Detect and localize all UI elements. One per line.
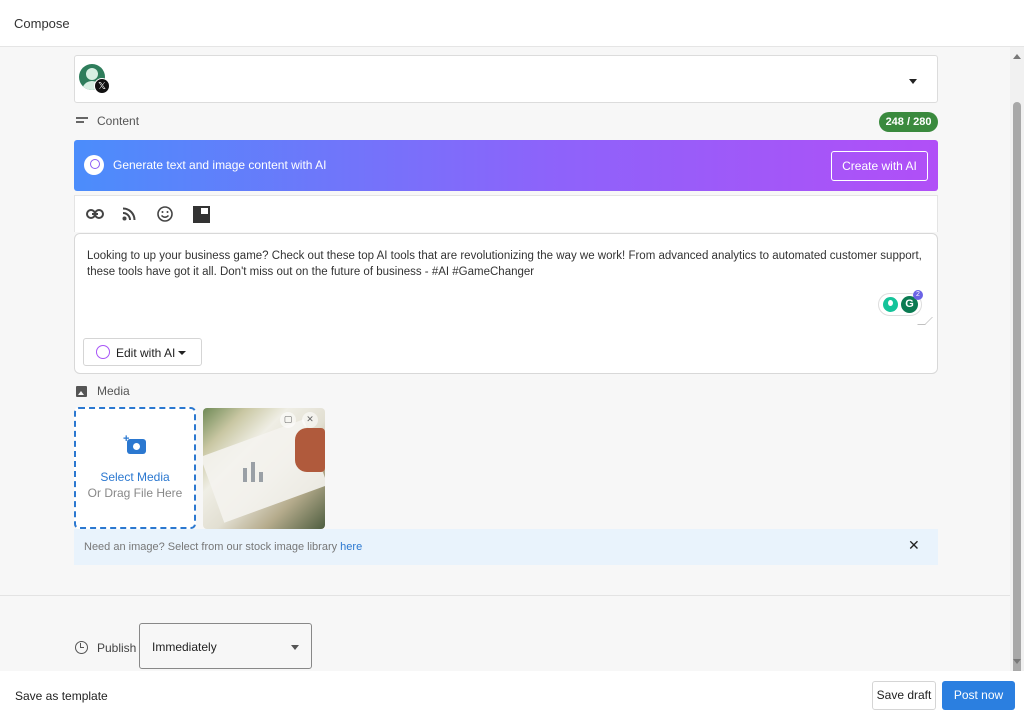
stock-image-notice: Need an image? Select from our stock ima… (74, 529, 938, 565)
close-icon[interactable]: ✕ (908, 538, 920, 554)
chevron-down-icon (291, 645, 299, 650)
stock-image-text: Need an image? Select from our stock ima… (84, 541, 341, 553)
page-title: Compose (14, 16, 70, 31)
edit-with-ai-label: Edit with AI (116, 346, 176, 360)
layout-icon[interactable] (191, 205, 211, 223)
compose-header: Compose (0, 0, 1024, 47)
attached-image-thumbnail[interactable]: ▢ ✕ (203, 408, 325, 529)
vertical-scrollbar[interactable] (1010, 47, 1024, 682)
grammarly-count-badge: 2 (913, 290, 923, 300)
thumbnail-chart-bar (259, 472, 263, 482)
chevron-down-icon[interactable] (909, 79, 917, 84)
ai-banner-text: Generate text and image content with AI (113, 158, 327, 172)
save-draft-button[interactable]: Save draft (872, 681, 936, 710)
publish-timing-select[interactable]: Immediately (139, 623, 312, 669)
post-now-button[interactable]: Post now (942, 681, 1015, 710)
content-lines-icon (76, 117, 88, 125)
media-dropzone[interactable]: + Select Media Or Drag File Here (74, 407, 196, 529)
link-icon[interactable] (85, 205, 105, 223)
thumbnail-hand-graphic (295, 428, 325, 472)
caret-down-icon (178, 351, 186, 355)
post-text-editor[interactable]: Looking to up your business game? Check … (74, 233, 938, 374)
select-media-link[interactable]: Select Media (76, 470, 194, 484)
stock-library-link[interactable]: here (340, 541, 362, 553)
grammarly-bulb-icon[interactable] (883, 297, 898, 312)
crop-icon[interactable]: ▢ (280, 412, 296, 428)
lightbulb-icon (96, 345, 110, 359)
drag-file-hint: Or Drag File Here (87, 486, 183, 500)
resize-handle[interactable] (917, 317, 933, 325)
ai-generate-banner: Generate text and image content with AI … (74, 140, 938, 191)
publish-timing-value: Immediately (152, 640, 217, 654)
thumbnail-chart-bar (251, 462, 255, 482)
media-label: Media (97, 384, 130, 398)
scroll-up-arrow[interactable] (1013, 54, 1021, 59)
lightbulb-icon (84, 155, 104, 175)
compose-footer: Save as template Save draft Post now (0, 671, 1024, 714)
emoji-icon[interactable] (155, 205, 175, 223)
rss-icon[interactable] (119, 205, 139, 223)
create-with-ai-button[interactable]: Create with AI (831, 151, 928, 181)
account-selector[interactable]: 𝕏 (74, 55, 938, 103)
thumbnail-chart-bar (243, 468, 247, 482)
editor-toolbar (74, 195, 938, 232)
char-counter-badge: 248 / 280 (879, 112, 938, 132)
scroll-down-arrow[interactable] (1013, 659, 1021, 664)
grammarly-widget[interactable]: G 2 (878, 290, 923, 316)
publish-label: Publish (97, 641, 137, 655)
edit-with-ai-button[interactable]: Edit with AI (83, 338, 202, 366)
stock-image-message: Need an image? Select from our stock ima… (84, 541, 362, 553)
clock-icon (75, 641, 88, 654)
save-as-template-button[interactable]: Save as template (15, 689, 108, 703)
post-text[interactable]: Looking to up your business game? Check … (87, 248, 923, 280)
publish-section: Publish Immediately (0, 595, 1010, 671)
scrollbar-thumb[interactable] (1013, 102, 1021, 682)
content-label: Content (97, 114, 140, 128)
compose-scroll-area: 𝕏 Content 248 / 280 Generate text and im… (0, 47, 1010, 595)
x-network-icon: 𝕏 (94, 78, 110, 94)
image-icon (76, 386, 87, 397)
camera-icon (127, 439, 146, 454)
remove-image-icon[interactable]: ✕ (302, 412, 318, 428)
